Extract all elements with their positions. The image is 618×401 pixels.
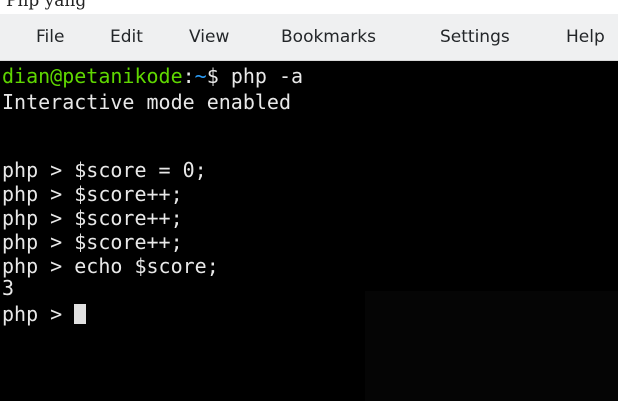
- menu-view[interactable]: View: [189, 14, 229, 60]
- terminal-input-line[interactable]: php >: [2, 301, 87, 327]
- menu-edit[interactable]: Edit: [110, 14, 143, 60]
- prompt-command: php -a: [230, 64, 304, 88]
- background-shadow: [365, 291, 618, 401]
- menu-bookmarks[interactable]: Bookmarks: [281, 14, 376, 60]
- menu-file[interactable]: File: [36, 14, 64, 60]
- terminal-output-line: Interactive mode enabled: [2, 90, 291, 114]
- menubar: File Edit View Bookmarks Settings Help: [0, 14, 618, 61]
- text-cursor: [74, 304, 87, 324]
- cut-off-heading: Php yang: [6, 0, 87, 11]
- terminal-output-line: php > $score++;: [2, 230, 183, 254]
- menu-help[interactable]: Help: [566, 14, 605, 60]
- prompt-user-host: dian@petanikode: [2, 64, 183, 88]
- menu-settings[interactable]: Settings: [440, 14, 510, 60]
- prompt-symbol: $: [206, 64, 231, 88]
- php-prompt: php >: [2, 302, 75, 326]
- terminal-output-line: php > $score++;: [2, 182, 183, 206]
- terminal-output-line: php > $score = 0;: [2, 158, 207, 182]
- screenshot-frame: Php yang File Edit View Bookmarks Settin…: [0, 0, 618, 401]
- terminal-output-line: 3: [2, 276, 15, 300]
- terminal-prompt-line: dian@petanikode:~$ php -a: [2, 63, 303, 89]
- terminal-output-line: php > $score++;: [2, 206, 183, 230]
- terminal-view[interactable]: dian@petanikode:~$ php -a Interactive mo…: [0, 61, 618, 401]
- prompt-colon: :: [182, 64, 195, 88]
- page-header-strip: Php yang: [0, 0, 618, 14]
- terminal-output-line: php > echo $score;: [2, 254, 219, 278]
- prompt-path: ~: [194, 64, 207, 88]
